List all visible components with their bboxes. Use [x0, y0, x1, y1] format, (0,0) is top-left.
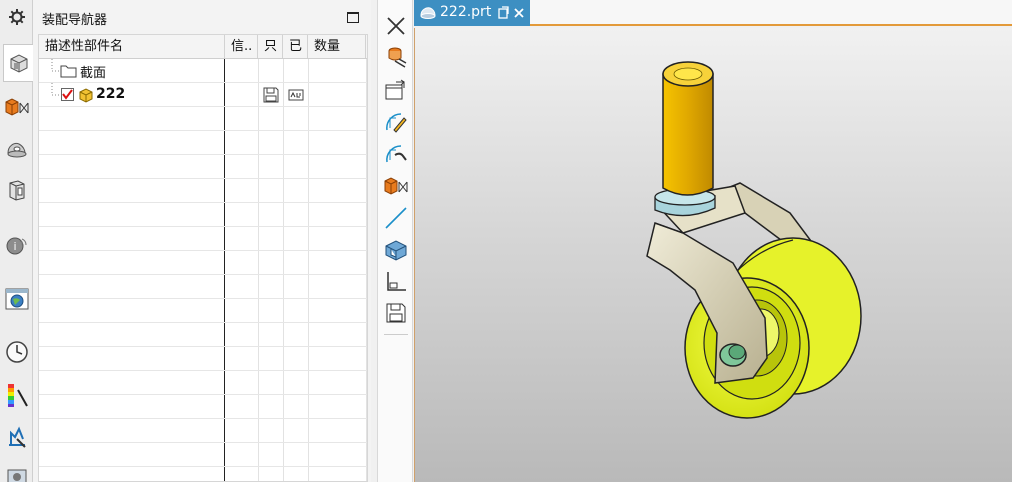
part-navigator-icon[interactable] — [3, 135, 30, 162]
panel-title: 装配导航器 — [42, 13, 108, 28]
command-strip — [377, 0, 413, 482]
tree-row-section[interactable]: 截面 — [39, 59, 367, 83]
process-studio-icon[interactable] — [3, 423, 30, 450]
close-icon[interactable] — [382, 12, 410, 40]
close-tab-icon[interactable] — [514, 7, 524, 22]
folder-icon — [60, 64, 77, 82]
line-icon[interactable] — [382, 204, 410, 232]
column-header-modified[interactable]: 已 — [283, 35, 308, 58]
pop-out-icon[interactable] — [498, 6, 509, 23]
tree-row-part[interactable]: 222 — [39, 83, 367, 107]
column-header-name[interactable]: 描述性部件名 — [39, 35, 225, 58]
column-header-info[interactable]: 信.. — [225, 35, 258, 58]
panel-header: 装配导航器 — [33, 0, 371, 34]
wave-geometry-icon[interactable] — [382, 140, 410, 168]
resource-bar: i — [0, 0, 34, 482]
save-icon[interactable] — [382, 299, 410, 327]
caster-wheel-model — [646, 61, 862, 419]
roles-icon[interactable] — [3, 462, 30, 482]
maximize-icon[interactable] — [347, 12, 359, 23]
table-header: 描述性部件名 信.. 只 已 数量 — [39, 35, 367, 59]
tree-row-label: 222 — [96, 86, 126, 102]
nx-window: i 装配导航器 描述性部件名 信.. 只 已 数量 截面 222 222.prt — [0, 0, 1012, 482]
tab-label: 222.prt — [440, 4, 492, 20]
layer-icon[interactable] — [382, 268, 410, 296]
assembly-navigator-icon[interactable] — [3, 44, 34, 82]
interpart-link-icon[interactable] — [382, 108, 410, 136]
tree-row-label: 截面 — [80, 66, 107, 81]
assembly-constraint-icon[interactable] — [382, 172, 410, 200]
document-tab[interactable]: 222.prt — [414, 0, 530, 26]
navigator-table: 描述性部件名 信.. 只 已 数量 截面 222 — [38, 34, 368, 482]
document-tab-bar: 222.prt — [414, 0, 1012, 26]
part-icon — [78, 88, 93, 107]
settings-icon[interactable] — [3, 3, 30, 30]
palette-icon[interactable] — [3, 381, 30, 408]
graphics-window[interactable] — [414, 28, 1012, 482]
reuse-library-icon[interactable] — [3, 176, 30, 203]
modified-status-icon — [288, 87, 306, 107]
assembly-navigator-panel: 装配导航器 描述性部件名 信.. 只 已 数量 截面 222 — [33, 0, 371, 482]
web-browser-icon[interactable] — [3, 285, 30, 312]
info-icon[interactable]: i — [3, 231, 30, 258]
open-part-icon[interactable] — [382, 76, 410, 104]
add-component-icon[interactable] — [382, 236, 410, 264]
edit-part-icon[interactable] — [382, 43, 410, 71]
visibility-checkbox[interactable] — [61, 88, 74, 101]
save-status-icon — [263, 87, 279, 107]
column-header-quantity[interactable]: 数量 — [308, 35, 366, 58]
part-file-icon — [420, 5, 436, 23]
history-icon[interactable] — [3, 338, 30, 365]
column-header-readonly[interactable]: 只 — [258, 35, 283, 58]
constraint-navigator-icon[interactable] — [3, 92, 30, 119]
svg-text:i: i — [13, 240, 16, 253]
